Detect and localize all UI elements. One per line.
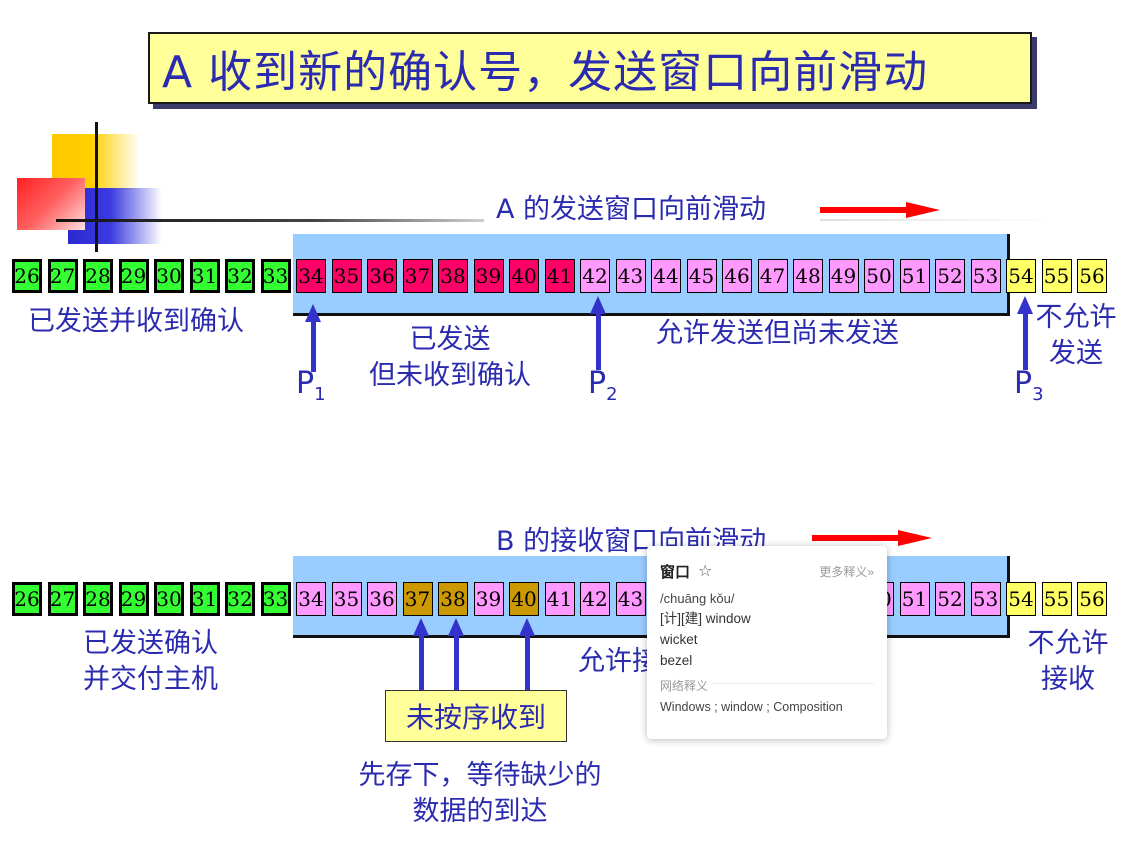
slide-title-box: A 收到新的确认号，发送窗口向前滑动 [148,32,1032,104]
dictionary-popup[interactable]: 窗口 ☆ 更多释义» /chuāng kǒu/ [计][建] window wi… [647,546,887,739]
label-not-allowed-send: 不允许 发送 [1035,302,1117,370]
star-icon[interactable]: ☆ [698,561,712,581]
p1-label: P1 [296,366,326,405]
top-seq-cell-42: 42 [580,259,610,293]
bottom-seq-cell-34: 34 [296,582,326,616]
top-seq-cell-32: 32 [225,259,255,293]
bottom-seq-cell-39: 39 [473,582,504,616]
popup-web-title: 网络释义 [660,676,712,694]
arrow-40-icon [519,618,535,690]
popup-def-item: bezel [660,652,693,668]
bottom-seq-cell-33: 33 [260,582,291,616]
popup-word: 窗口 [660,563,691,581]
bottom-seq-cell-43: 43 [615,582,646,616]
top-seq-cell-43: 43 [615,259,646,293]
popup-definitions: [计][建] window wicket bezel [660,609,874,672]
p2-label: P2 [588,366,618,405]
arrow-38-icon [448,618,464,690]
bottom-slide-arrow-icon [812,530,932,546]
arrow-37-icon [413,618,429,690]
bottom-seq-cell-41: 41 [544,582,575,616]
out-of-order-box: 未按序收到 [385,690,567,742]
bottom-seq-cell-32: 32 [225,582,255,616]
top-seq-cell-53: 53 [970,259,1001,293]
top-seq-cell-38: 38 [438,259,468,293]
bottom-seq-cell-54: 54 [1006,582,1036,616]
top-slide-label: A 的发送窗口向前滑动 [496,194,767,225]
popup-phonetic: /chuāng kǒu/ [660,591,735,606]
top-seq-cell-35: 35 [331,259,362,293]
top-seq-cell-47: 47 [757,259,788,293]
top-seq-cell-37: 37 [402,259,433,293]
label-sent-unacked: 已发送 但未收到确认 [369,324,531,392]
top-seq-cell-36: 36 [367,259,397,293]
p1-arrow-icon [305,304,321,372]
bottom-seq-cell-38: 38 [438,582,468,616]
bottom-seq-cell-27: 27 [47,582,78,616]
top-seq-cell-49: 49 [828,259,859,293]
p2-arrow-icon [590,296,606,370]
label-buffer-note: 先存下，等待缺少的 数据的到达 [358,760,602,828]
top-seq-cell-55: 55 [1041,259,1072,293]
top-seq-cell-39: 39 [473,259,504,293]
bottom-seq-cell-52: 52 [935,582,965,616]
top-seq-cell-48: 48 [793,259,823,293]
decor-horizontal-line [56,219,484,222]
top-seq-cell-51: 51 [899,259,930,293]
bottom-seq-cell-31: 31 [189,582,220,616]
label-sent-acked: 已发送并收到确认 [28,306,244,337]
bottom-seq-cell-51: 51 [899,582,930,616]
top-seq-cell-56: 56 [1077,259,1107,293]
top-seq-cell-40: 40 [509,259,539,293]
bottom-seq-cell-42: 42 [580,582,610,616]
popup-web-definitions: Windows ; window ; Composition [660,699,843,714]
more-definitions-link[interactable]: 更多释义» [819,563,874,580]
decor-horizontal-line-fade [820,219,1060,221]
bottom-seq-cell-56: 56 [1077,582,1107,616]
bottom-seq-cell-35: 35 [331,582,362,616]
bottom-seq-cell-29: 29 [118,582,149,616]
top-seq-cell-50: 50 [864,259,894,293]
top-seq-cell-54: 54 [1006,259,1036,293]
top-seq-cell-44: 44 [651,259,681,293]
bottom-seq-cell-37: 37 [402,582,433,616]
top-seq-cell-46: 46 [722,259,752,293]
bottom-seq-cell-28: 28 [83,582,113,616]
top-seq-cell-28: 28 [83,259,113,293]
bottom-seq-cell-30: 30 [154,582,184,616]
bottom-seq-cell-53: 53 [970,582,1001,616]
decor-red-square [17,178,85,230]
top-seq-cell-31: 31 [189,259,220,293]
bottom-seq-cell-26: 26 [12,582,42,616]
popup-def-item: wicket [660,631,698,647]
slide-title: A 收到新的确认号，发送窗口向前滑动 [162,47,929,98]
top-seq-cell-30: 30 [154,259,184,293]
top-seq-cell-52: 52 [935,259,965,293]
top-slide-arrow-icon [820,202,940,218]
label-not-allowed-receive: 不允许 接收 [1027,628,1109,696]
top-seq-cell-33: 33 [260,259,291,293]
bottom-seq-cell-55: 55 [1041,582,1072,616]
popup-def-item: [计][建] window [660,611,751,626]
bottom-seq-cell-36: 36 [367,582,397,616]
label-acked-delivered: 已发送确认 并交付主机 [83,628,218,696]
top-seq-cell-34: 34 [296,259,326,293]
top-seq-cell-26: 26 [12,259,42,293]
top-seq-cell-41: 41 [544,259,575,293]
decor-vertical-line [95,122,98,252]
bottom-seq-cell-40: 40 [509,582,539,616]
label-allowed-not-sent: 允许发送但尚未发送 [656,318,899,349]
top-seq-cell-27: 27 [47,259,78,293]
top-seq-cell-29: 29 [118,259,149,293]
top-seq-cell-45: 45 [686,259,717,293]
out-of-order-label: 未按序收到 [405,701,546,734]
